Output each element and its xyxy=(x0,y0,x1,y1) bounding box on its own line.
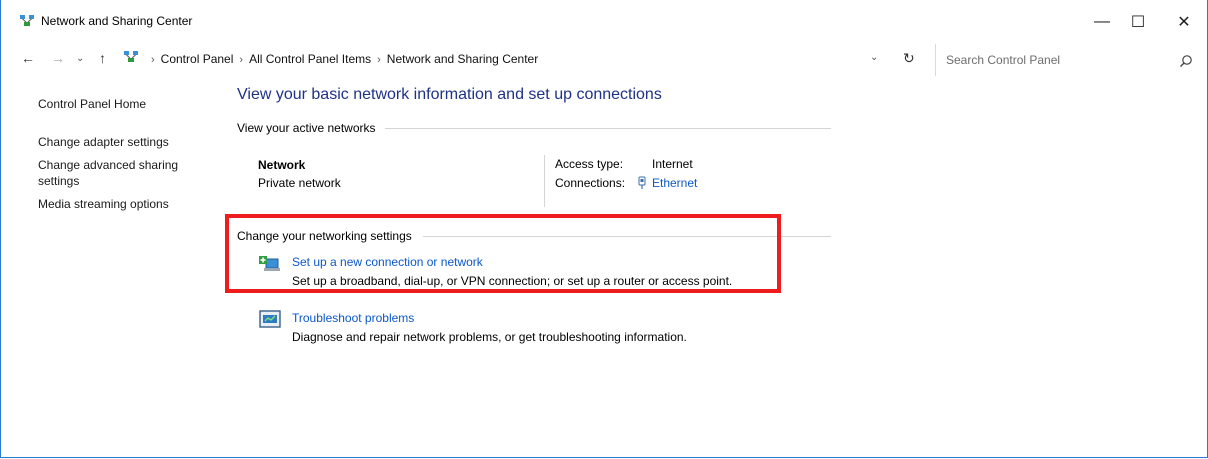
sidebar-item-change-advanced-sharing[interactable]: Change advanced sharing settings xyxy=(38,157,208,189)
title-bar: Network and Sharing Center — ☐ ✕ xyxy=(1,0,1207,40)
highlight-box xyxy=(225,214,781,293)
access-type-value: Internet xyxy=(652,157,693,171)
breadcrumb-separator[interactable]: › xyxy=(151,54,155,66)
sidebar-item-change-adapter-settings[interactable]: Change adapter settings xyxy=(38,134,208,150)
forward-button[interactable]: → xyxy=(51,50,65,66)
window: Network and Sharing Center — ☐ ✕ ← → ⌄ ↑… xyxy=(0,0,1208,458)
page-title: View your basic network information and … xyxy=(237,86,662,103)
troubleshoot-icon xyxy=(259,310,281,328)
up-button[interactable]: ↑ xyxy=(99,50,106,66)
control-panel-icon xyxy=(124,51,138,62)
breadcrumb-separator[interactable]: › xyxy=(377,54,381,66)
window-title: Network and Sharing Center xyxy=(41,14,193,28)
connections-label: Connections: xyxy=(555,176,626,190)
network-type: Private network xyxy=(258,176,341,190)
breadcrumb-separator[interactable]: › xyxy=(239,54,243,66)
active-networks-label: View your active networks xyxy=(237,121,376,135)
search-input[interactable] xyxy=(944,46,1168,74)
ethernet-link[interactable]: Ethernet xyxy=(652,176,697,190)
back-button[interactable]: ← xyxy=(21,50,35,66)
troubleshoot-problems-link[interactable]: Troubleshoot problems xyxy=(292,311,414,325)
ethernet-icon xyxy=(638,176,646,189)
close-icon: ✕ xyxy=(1177,14,1191,31)
breadcrumb-control-panel[interactable]: Control Panel xyxy=(161,52,234,66)
search-icon[interactable] xyxy=(1179,54,1193,68)
close-button[interactable]: ✕ xyxy=(1161,6,1207,38)
address-dropdown-button[interactable]: ⌄ xyxy=(870,52,878,63)
breadcrumb-network-sharing-center[interactable]: Network and Sharing Center xyxy=(387,52,538,66)
troubleshoot-problems-description: Diagnose and repair network problems, or… xyxy=(292,330,687,344)
network-center-icon xyxy=(20,15,34,26)
minimize-icon: — xyxy=(1094,13,1110,30)
network-info-divider xyxy=(544,155,545,207)
access-type-label: Access type: xyxy=(555,157,624,171)
network-name: Network xyxy=(258,158,306,172)
recent-locations-button[interactable]: ⌄ xyxy=(76,53,84,64)
sidebar-item-media-streaming[interactable]: Media streaming options xyxy=(38,196,208,212)
maximize-icon: ☐ xyxy=(1130,14,1146,31)
breadcrumb: › Control Panel › All Control Panel Items › N… xyxy=(145,52,538,66)
sidebar-item-control-panel-home[interactable]: Control Panel Home xyxy=(38,96,208,112)
breadcrumb-all-items[interactable]: All Control Panel Items xyxy=(249,52,371,66)
maximize-button[interactable]: ☐ xyxy=(1115,6,1161,38)
refresh-button[interactable]: ↻ xyxy=(903,50,915,67)
section-divider xyxy=(385,128,831,129)
